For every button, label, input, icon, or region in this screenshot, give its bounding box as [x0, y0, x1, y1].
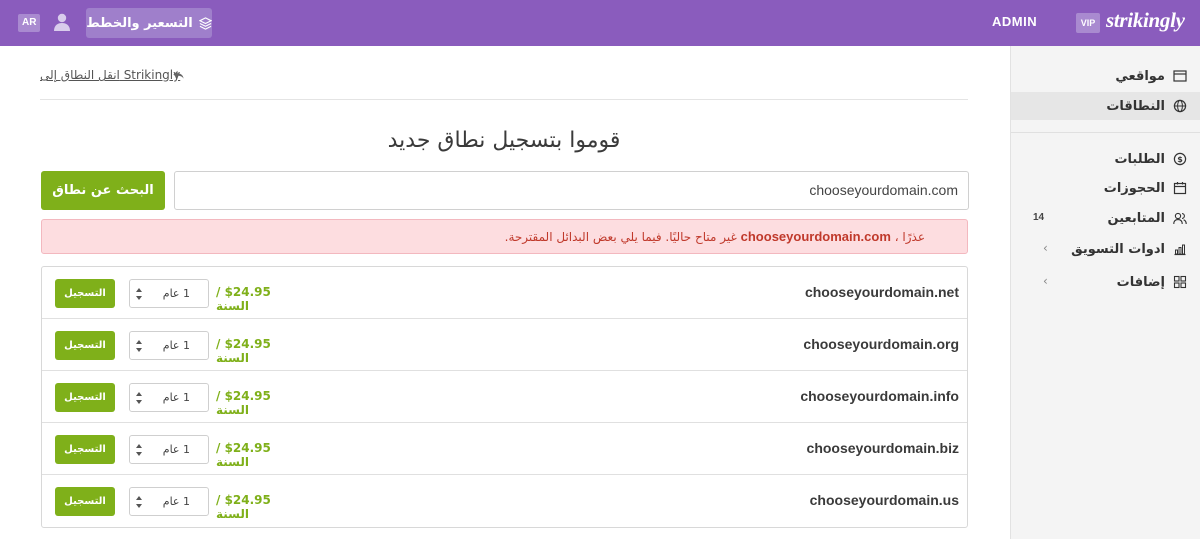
list-item: chooseyourdomain.biz $24.95 / السنة 1 عا… — [42, 423, 967, 475]
years-value: 1 عام — [162, 287, 190, 300]
domain-name: chooseyourdomain.us — [809, 492, 959, 508]
sidebar-item-label: الطلبات — [1114, 151, 1165, 167]
domain-name: chooseyourdomain.net — [804, 284, 959, 300]
page-title: قوموا بتسجيل نطاق جديد — [387, 128, 621, 153]
transfer-domain-link[interactable]: انقل النطاق إلى Strikingly — [40, 68, 180, 82]
pricing-plans-label: التسعير والخطط — [86, 15, 193, 31]
register-button[interactable]: التسجيل — [55, 435, 115, 464]
sidebar-item-label: ادوات التسويق — [1071, 241, 1165, 257]
followers-count: 14 — [1033, 212, 1045, 223]
sidebar-item-marketing-tools[interactable]: ادوات التسويق — [1011, 235, 1200, 263]
register-button[interactable]: التسجيل — [55, 279, 115, 308]
list-item: chooseyourdomain.net $24.95 / السنة 1 عا… — [42, 267, 967, 319]
select-arrows-icon — [136, 496, 142, 508]
chart-icon — [1174, 244, 1186, 256]
layers-icon — [198, 16, 212, 30]
sidebar-item-label: الحجوزات — [1103, 180, 1165, 196]
chevron-left-icon[interactable]: ‹ — [1043, 241, 1048, 255]
alert-prefix: عذرًا ، — [894, 230, 925, 244]
user-icon[interactable] — [52, 12, 72, 32]
years-select[interactable]: 1 عام — [129, 435, 209, 464]
years-select[interactable]: 1 عام — [129, 383, 209, 412]
domain-price: $24.95 / السنة — [216, 441, 271, 469]
domain-search-input[interactable]: chooseyourdomain.com — [174, 171, 969, 210]
sidebar-item-domains[interactable]: النطاقات — [1011, 92, 1200, 120]
years-select[interactable]: 1 عام — [129, 331, 209, 360]
sidebar-item-label: المتابعين — [1107, 210, 1165, 226]
svg-text:$: $ — [1177, 155, 1183, 164]
select-arrows-icon — [136, 288, 142, 300]
sidebar-item-label: مواقعي — [1115, 68, 1165, 84]
sidebar-item-bookings[interactable]: الحجوزات — [1011, 174, 1200, 202]
sidebar-item-my-sites[interactable]: مواقعي — [1011, 62, 1200, 90]
list-item: chooseyourdomain.info $24.95 / السنة 1 ع… — [42, 371, 967, 423]
sidebar-divider — [1011, 132, 1200, 133]
domain-price: $24.95 / السنة — [216, 337, 271, 365]
calendar-icon — [1173, 182, 1187, 195]
vip-badge: VIP — [1076, 13, 1100, 33]
sidebar-item-addons[interactable]: إضافات — [1011, 268, 1200, 296]
list-item: chooseyourdomain.org $24.95 / السنة 1 عا… — [42, 319, 967, 371]
domain-name: chooseyourdomain.info — [800, 388, 959, 404]
users-icon — [1173, 212, 1187, 225]
years-value: 1 عام — [162, 495, 190, 508]
dollar-icon: $ — [1173, 152, 1187, 166]
sidebar-item-orders[interactable]: $ الطلبات — [1011, 145, 1200, 173]
domain-price: $24.95 / السنة — [216, 285, 271, 313]
domain-price: $24.95 / السنة — [216, 389, 271, 417]
register-button[interactable]: التسجيل — [55, 383, 115, 412]
select-arrows-icon — [136, 392, 142, 404]
select-arrows-icon — [136, 340, 142, 352]
window-icon — [1173, 70, 1187, 82]
years-value: 1 عام — [162, 443, 190, 456]
unavailable-alert: عذرًا ، chooseyourdomain.com غير متاح حا… — [41, 219, 968, 254]
chevron-left-icon[interactable]: ‹ — [1043, 274, 1048, 288]
search-domain-button[interactable]: البحث عن نطاق — [41, 171, 165, 210]
globe-icon — [1173, 99, 1187, 113]
sidebar: مواقعي النطاقات $ الطلبات الحجوزات المتا… — [1010, 46, 1200, 539]
domain-results-list: chooseyourdomain.net $24.95 / السنة 1 عا… — [41, 266, 968, 528]
list-item: chooseyourdomain.us $24.95 / السنة 1 عام… — [42, 475, 967, 527]
domain-name: chooseyourdomain.org — [803, 336, 959, 352]
register-button[interactable]: التسجيل — [55, 331, 115, 360]
reply-arrow-icon — [173, 70, 184, 79]
years-value: 1 عام — [162, 339, 190, 352]
domain-price: $24.95 / السنة — [216, 493, 271, 521]
sidebar-item-label: إضافات — [1116, 274, 1165, 290]
language-switch[interactable]: AR — [18, 14, 41, 32]
admin-label: ADMIN — [992, 14, 1038, 29]
top-navbar: AR التسعير والخطط ADMIN VIP strikingly — [0, 0, 1200, 46]
apps-icon — [1173, 275, 1187, 289]
brand-logo[interactable]: strikingly — [1106, 8, 1185, 33]
divider — [40, 99, 968, 100]
pricing-plans-button[interactable]: التسعير والخطط — [86, 8, 212, 38]
sidebar-item-label: النطاقات — [1106, 98, 1165, 114]
years-select[interactable]: 1 عام — [129, 487, 209, 516]
register-button[interactable]: التسجيل — [55, 487, 115, 516]
select-arrows-icon — [136, 444, 142, 456]
alert-suffix: غير متاح حاليًا. فيما يلي بعض البدائل ال… — [504, 230, 737, 244]
domain-name: chooseyourdomain.biz — [806, 440, 959, 456]
years-value: 1 عام — [162, 391, 190, 404]
alert-domain: chooseyourdomain.com — [740, 229, 891, 244]
years-select[interactable]: 1 عام — [129, 279, 209, 308]
